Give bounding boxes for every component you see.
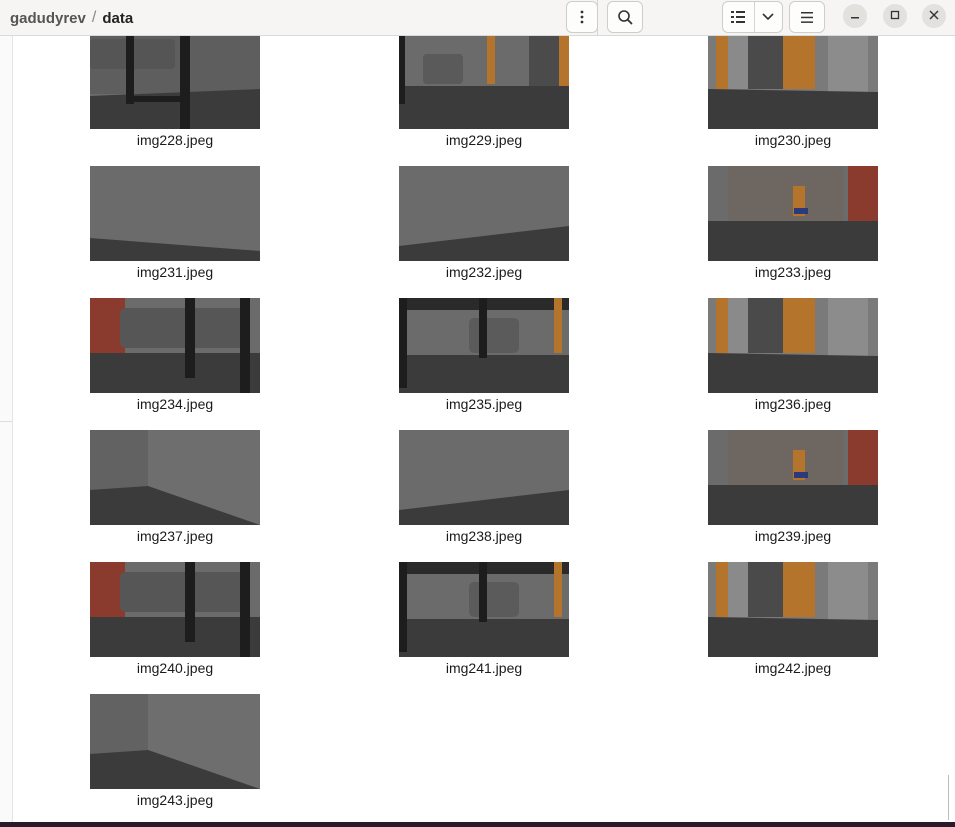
image-thumbnail[interactable] [90, 430, 260, 525]
image-thumbnail[interactable] [399, 36, 569, 129]
main-menu-button[interactable] [789, 1, 825, 33]
kebab-menu-icon [580, 10, 584, 24]
file-item[interactable]: img232.jpeg [399, 166, 569, 280]
close-icon [929, 7, 939, 25]
file-item[interactable]: img242.jpeg [708, 562, 878, 676]
file-item[interactable]: img237.jpeg [90, 430, 260, 544]
search-icon [617, 9, 633, 25]
file-name-label: img239.jpeg [754, 528, 832, 544]
file-item[interactable]: img240.jpeg [90, 562, 260, 676]
image-thumbnail[interactable] [399, 298, 569, 393]
file-item[interactable]: img239.jpeg [708, 430, 878, 544]
image-thumbnail[interactable] [708, 430, 878, 525]
file-name-label: img240.jpeg [136, 660, 214, 676]
chevron-down-icon[interactable] [755, 13, 782, 21]
sidebar-divider [0, 421, 12, 422]
sidebar-edge [0, 36, 13, 822]
image-thumbnail[interactable] [708, 562, 878, 657]
image-thumbnail[interactable] [708, 36, 878, 129]
list-view-icon[interactable] [723, 2, 755, 32]
image-thumbnail[interactable] [399, 430, 569, 525]
file-grid: img228.jpeg img229.jpeg img230.jpeg img231.… [13, 36, 955, 822]
file-item[interactable]: img236.jpeg [708, 298, 878, 412]
file-name-label: img237.jpeg [136, 528, 214, 544]
image-thumbnail[interactable] [90, 298, 260, 393]
minimize-icon [850, 7, 860, 25]
file-name-label: img229.jpeg [445, 132, 523, 148]
file-name-label: img242.jpeg [754, 660, 832, 676]
image-thumbnail[interactable] [708, 298, 878, 393]
file-item[interactable]: img234.jpeg [90, 298, 260, 412]
file-item[interactable]: img231.jpeg [90, 166, 260, 280]
path-segment-home[interactable]: gadudyrev [0, 10, 92, 27]
search-button[interactable] [607, 1, 643, 33]
file-item[interactable]: img233.jpeg [708, 166, 878, 280]
view-options-button[interactable] [722, 1, 783, 33]
file-name-label: img241.jpeg [445, 660, 523, 676]
file-item[interactable]: img243.jpeg [90, 694, 260, 808]
file-name-label: img232.jpeg [445, 264, 523, 280]
image-thumbnail[interactable] [399, 166, 569, 261]
file-name-label: img233.jpeg [754, 264, 832, 280]
file-item[interactable]: img228.jpeg [90, 36, 260, 148]
scroll-corner [948, 775, 955, 820]
file-name-label: img228.jpeg [136, 132, 214, 148]
file-name-label: img238.jpeg [445, 528, 523, 544]
image-thumbnail[interactable] [90, 36, 260, 129]
file-name-label: img243.jpeg [136, 792, 214, 808]
file-item[interactable]: img235.jpeg [399, 298, 569, 412]
maximize-button[interactable] [883, 4, 907, 28]
minimize-button[interactable] [843, 4, 867, 28]
header-bar: gadudyrev / data [0, 0, 955, 36]
file-manager-window: gadudyrev / data img228.jpeg img229.jpeg… [0, 0, 955, 822]
file-name-label: img230.jpeg [754, 132, 832, 148]
kebab-menu-button[interactable] [566, 1, 598, 33]
path-segment-current[interactable]: data [96, 10, 139, 27]
desktop-strip [0, 822, 955, 827]
image-thumbnail[interactable] [90, 562, 260, 657]
image-thumbnail[interactable] [90, 694, 260, 789]
file-name-label: img234.jpeg [136, 396, 214, 412]
image-thumbnail[interactable] [90, 166, 260, 261]
image-thumbnail[interactable] [399, 562, 569, 657]
file-item[interactable]: img238.jpeg [399, 430, 569, 544]
file-name-label: img235.jpeg [445, 396, 523, 412]
hamburger-menu-icon [801, 11, 813, 23]
image-thumbnail[interactable] [708, 166, 878, 261]
maximize-icon [890, 7, 900, 25]
file-name-label: img231.jpeg [136, 264, 214, 280]
file-name-label: img236.jpeg [754, 396, 832, 412]
close-button[interactable] [922, 4, 946, 28]
file-item[interactable]: img230.jpeg [708, 36, 878, 148]
path-bar: gadudyrev / data [0, 0, 598, 36]
file-item[interactable]: img229.jpeg [399, 36, 569, 148]
file-item[interactable]: img241.jpeg [399, 562, 569, 676]
